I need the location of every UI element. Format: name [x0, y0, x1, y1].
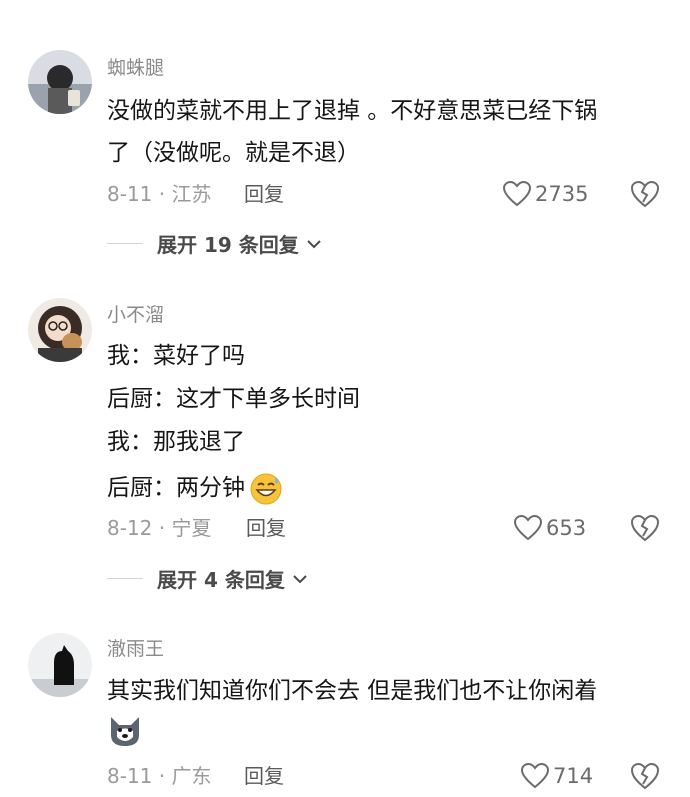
avatar[interactable]	[28, 633, 92, 697]
comment-text-line: 了（没做呢。就是不退）	[107, 140, 360, 166]
like-button[interactable]: 653	[514, 515, 586, 541]
husky-sticker	[107, 713, 143, 753]
heart-icon	[503, 181, 531, 207]
comment-text-line: 其实我们知道你们不会去 但是我们也不让你闲着	[107, 678, 598, 704]
comment-text-line: 我：菜好了吗	[107, 343, 245, 369]
dislike-button[interactable]	[630, 762, 660, 792]
heart-icon	[521, 763, 549, 789]
comment-text-line: 我：那我退了	[107, 429, 245, 455]
comment-date-region: 8-11 · 广东	[107, 764, 212, 788]
avatar[interactable]	[28, 50, 92, 114]
heart-icon	[514, 515, 542, 541]
divider	[107, 243, 143, 244]
broken-heart-icon	[630, 514, 660, 542]
reply-button[interactable]: 回复	[244, 763, 284, 789]
reply-button[interactable]: 回复	[246, 515, 286, 541]
user-avatar-icon	[28, 50, 92, 114]
comment-date-region: 8-12 · 宁夏	[107, 516, 212, 540]
comment-text-line: 没做的菜就不用上了退掉 。不好意思菜已经下锅	[107, 98, 598, 124]
like-button[interactable]: 2735	[503, 181, 588, 207]
username[interactable]: 小不溜	[107, 303, 164, 327]
chevron-down-icon	[307, 239, 321, 248]
dislike-button[interactable]	[630, 514, 660, 544]
expand-replies[interactable]: 展开 19 条回复	[107, 229, 321, 258]
comment-date-region: 8-11 · 江苏	[107, 182, 212, 206]
divider	[107, 578, 143, 579]
broken-heart-icon	[630, 180, 660, 208]
username[interactable]: 澈雨王	[107, 637, 164, 661]
like-count: 653	[546, 516, 587, 540]
avatar[interactable]	[28, 298, 92, 362]
broken-heart-icon	[630, 762, 660, 790]
user-avatar-icon	[28, 633, 92, 697]
like-button[interactable]: 714	[521, 763, 593, 789]
husky-emoji-icon	[111, 717, 139, 746]
expand-replies[interactable]: 展开 4 条回复	[107, 564, 307, 593]
username[interactable]: 蜘蛛腿	[107, 56, 164, 80]
like-count: 2735	[535, 182, 589, 206]
reply-button[interactable]: 回复	[244, 181, 284, 207]
comment-text-span: 后厨：两分钟	[107, 475, 245, 501]
chevron-down-icon	[293, 574, 307, 583]
expand-replies-label: 展开 4 条回复	[157, 568, 285, 592]
dislike-button[interactable]	[630, 180, 660, 210]
comment-text-line: 后厨：这才下单多长时间	[107, 386, 360, 412]
comment-text-line: 后厨：两分钟	[107, 471, 283, 505]
expand-replies-label: 展开 19 条回复	[157, 233, 299, 257]
grinning-sweat-emoji-icon	[250, 473, 282, 505]
like-count: 714	[553, 764, 594, 788]
user-avatar-icon	[28, 298, 92, 362]
